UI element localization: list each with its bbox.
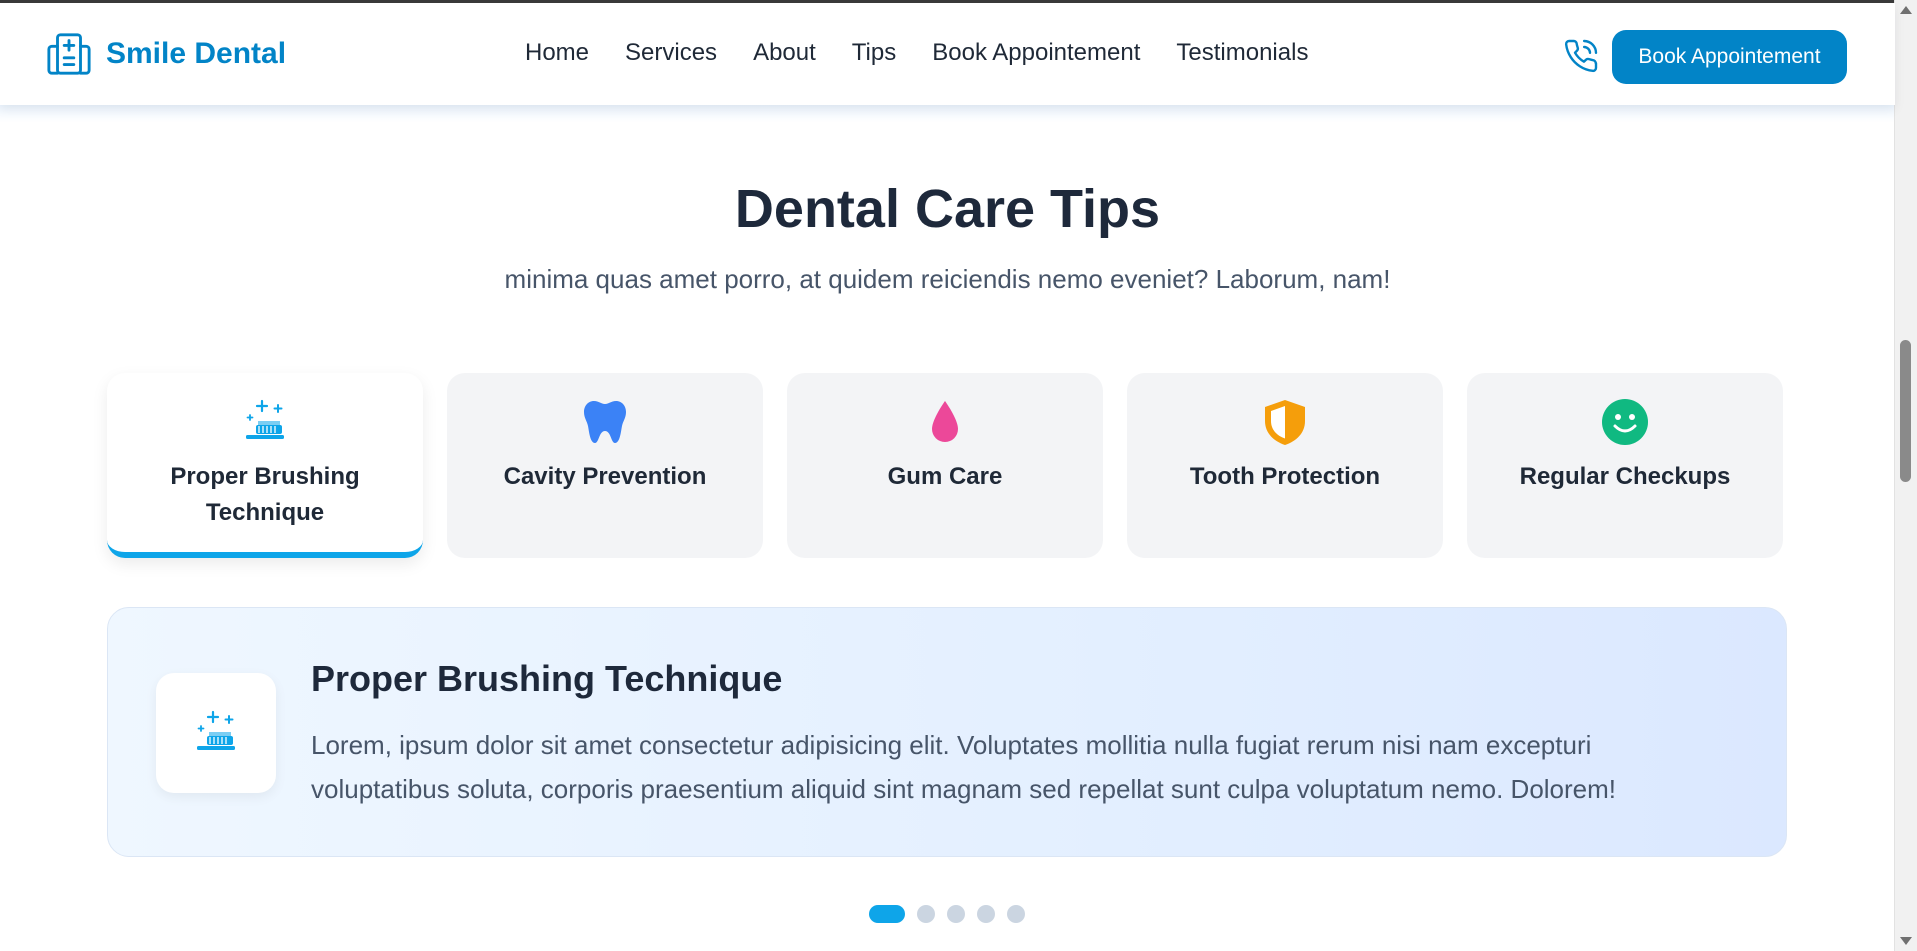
scroll-up-arrow-icon[interactable] — [1900, 6, 1912, 14]
phone-icon[interactable] — [1563, 37, 1599, 75]
brand-logo[interactable]: Smile Dental — [46, 31, 286, 77]
tab-label: Cavity Prevention — [503, 463, 707, 490]
main-nav: Home Services About Tips Book Appointeme… — [525, 39, 1308, 67]
pagination-dot-2[interactable] — [917, 905, 935, 923]
tab-label: Gum Care — [887, 463, 1003, 490]
tab-cavity-prevention[interactable]: Cavity Prevention — [447, 373, 763, 558]
tip-title: Proper Brushing Technique — [311, 658, 783, 699]
tab-gum-care[interactable]: Gum Care — [787, 373, 1103, 558]
book-appointment-button[interactable]: Book Appointement — [1612, 30, 1847, 84]
nav-tips[interactable]: Tips — [852, 39, 896, 67]
tip-description: Lorem, ipsum dolor sit amet consectetur … — [311, 730, 1617, 804]
brand-name: Smile Dental — [106, 37, 287, 70]
tab-proper-brushing[interactable]: Proper Brushing Technique — [107, 373, 423, 558]
nav-testimonials[interactable]: Testimonials — [1176, 39, 1308, 67]
hospital-icon — [47, 33, 91, 75]
pagination-dot-3[interactable] — [947, 905, 965, 923]
tab-tooth-protection[interactable]: Tooth Protection — [1127, 373, 1443, 558]
pagination-dot-5[interactable] — [1007, 905, 1025, 923]
nav-services[interactable]: Services — [625, 39, 717, 67]
pagination-dot-1[interactable] — [869, 905, 905, 923]
scrollbar-thumb[interactable] — [1900, 340, 1911, 482]
scroll-down-arrow-icon[interactable] — [1900, 937, 1912, 945]
nav-book-appointment[interactable]: Book Appointement — [932, 39, 1140, 67]
tab-label: Regular Checkups — [1519, 463, 1731, 490]
section-title: Dental Care Tips — [734, 179, 1161, 239]
smile-icon — [1602, 399, 1648, 445]
site-header: Smile Dental Home Services About Tips Bo… — [0, 3, 1895, 105]
toothbrush-icon — [246, 399, 284, 439]
pagination-dot-4[interactable] — [977, 905, 995, 923]
nav-home[interactable]: Home — [525, 39, 589, 67]
tips-tabs: Proper Brushing Technique Cavity Prevent… — [107, 373, 1783, 558]
toothbrush-icon — [197, 710, 235, 750]
nav-about[interactable]: About — [753, 39, 816, 67]
shield-icon — [1265, 400, 1305, 445]
tab-label: Proper Brushing Technique — [170, 463, 360, 526]
tip-detail-panel: Proper Brushing Technique Lorem, ipsum d… — [107, 607, 1787, 857]
tab-label: Tooth Protection — [1189, 463, 1381, 490]
page-scrollbar[interactable] — [1894, 0, 1917, 951]
header-shadow-band — [0, 105, 1895, 123]
tooth-icon — [584, 401, 626, 443]
tab-regular-checkups[interactable]: Regular Checkups — [1467, 373, 1783, 558]
tip-icon-box — [156, 673, 276, 793]
section-subtitle: minima quas amet porro, at quidem reicie… — [504, 264, 1391, 294]
carousel-pagination — [869, 905, 1025, 923]
droplet-icon — [932, 401, 958, 442]
